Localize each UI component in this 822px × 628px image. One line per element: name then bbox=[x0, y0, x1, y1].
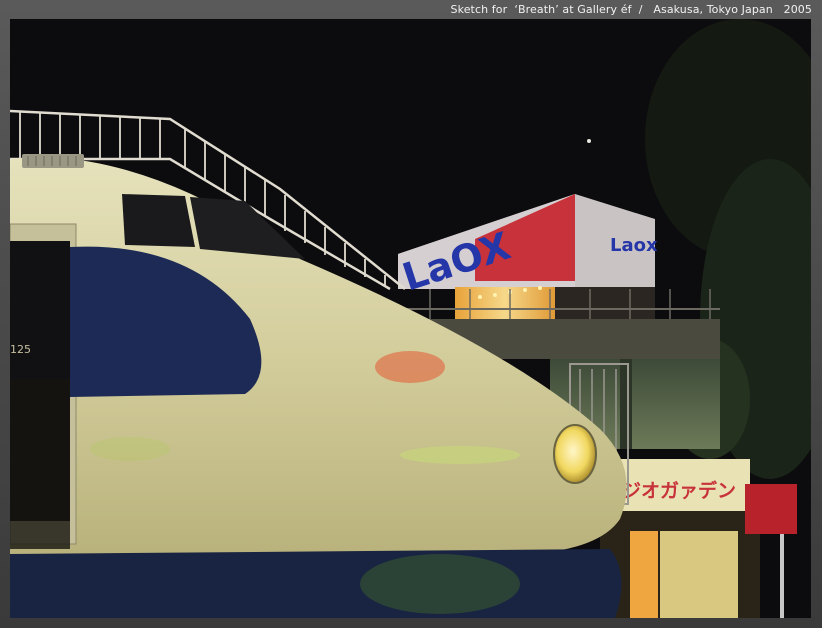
photo-caption: Sketch for ‘Breath’ at Gallery éf / Asak… bbox=[450, 3, 812, 16]
train-headlight bbox=[553, 424, 597, 484]
train-lower-skirt bbox=[10, 549, 622, 618]
night-scene-illustration: LaOX Laox ジオガァデン 125 bbox=[10, 19, 811, 618]
train-number: 125 bbox=[10, 343, 31, 356]
distant-light bbox=[587, 139, 591, 143]
red-street-sign bbox=[745, 484, 797, 534]
laox-side-sign-text: Laox bbox=[610, 235, 658, 256]
sign-pole bbox=[780, 534, 784, 618]
shop-sign-text: ジオガァデン bbox=[622, 479, 736, 502]
photograph: LaOX Laox ジオガァデン 125 bbox=[10, 19, 811, 618]
cockpit-window-left bbox=[122, 194, 195, 247]
